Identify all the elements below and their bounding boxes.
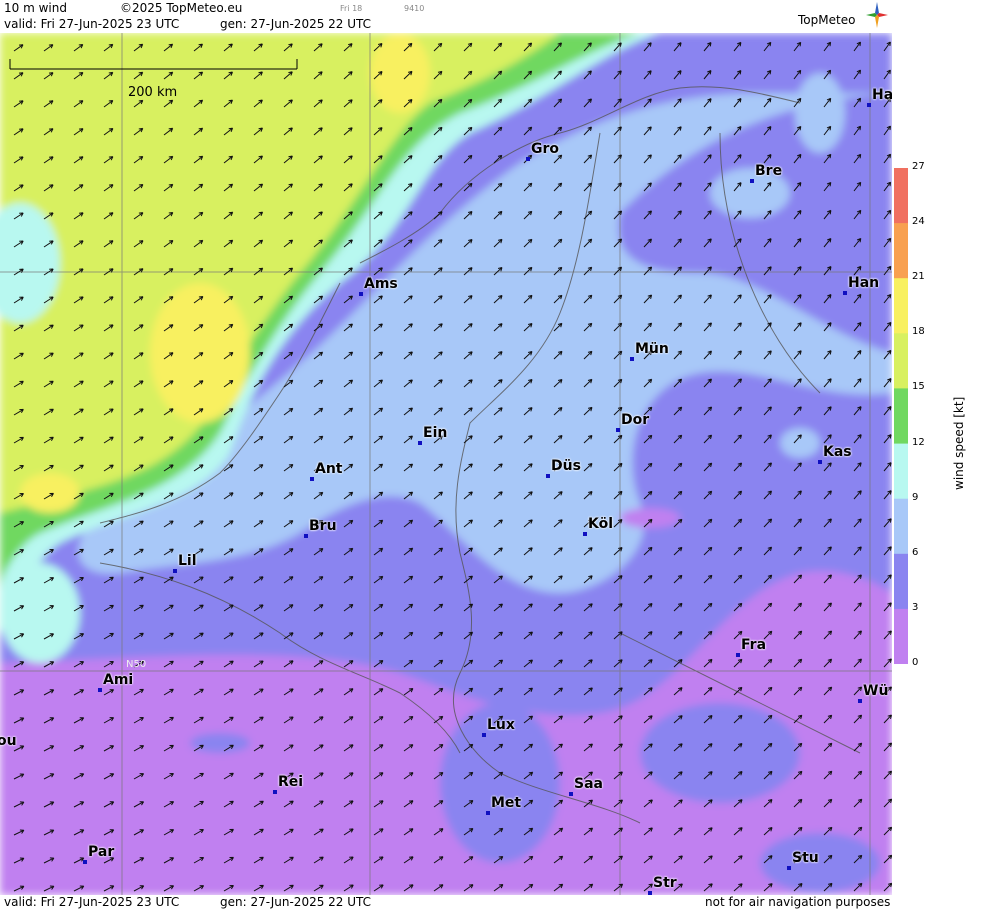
topmeteo-logo-text: TopMeteo [798,13,856,27]
colorbar-segment [894,278,908,334]
city-marker [843,291,847,295]
colorbar-tick-label: 3 [912,601,919,613]
city-label: Düs [551,458,581,474]
compass-logo-icon [866,2,888,28]
copyright-text: ©2025 TopMeteo.eu [120,1,243,15]
city-label: ou [0,733,17,749]
generated-time: gen: 27-Jun-2025 22 UTC [220,17,372,31]
map-footer: valid: Fri 27-Jun-2025 23 UTC gen: 27-Ju… [0,895,983,909]
city-marker [546,474,550,478]
city-label: Mün [635,341,669,357]
city-marker [818,460,822,464]
colorbar-segment [894,168,908,224]
city-label: Gro [531,141,560,157]
city-marker [83,860,87,864]
colorbar-title: wind speed [kt] [952,396,966,490]
city-label: Lil [178,553,197,569]
city-label: Saa [574,776,603,792]
city-marker [359,292,363,296]
colorbar-segment [894,608,908,664]
city-label: Kas [823,444,852,460]
footer-valid-time: valid: Fri 27-Jun-2025 23 UTC [4,895,180,909]
city-marker [569,792,573,796]
city-label: Rei [278,774,304,790]
wind-map[interactable]: 200 km N50 Ha Gro Bre Ams Han Mün Ein Dor Ant Düs… [0,33,892,895]
city-marker [482,733,486,737]
latitude-label: N50 [126,659,147,670]
city-marker [736,653,740,657]
colorbar-segment [894,223,908,279]
city-marker [310,477,314,481]
city-label: Par [88,844,115,860]
city-label: Met [491,795,522,811]
city-label: Dor [621,412,650,428]
footer-disclaimer: not for air navigation purposes [705,895,891,909]
colorbar-tick-label: 6 [912,546,919,558]
city-label: Stu [792,850,819,866]
valid-time: valid: Fri 27-Jun-2025 23 UTC [4,17,180,31]
city-label: Wü [863,683,889,699]
city-marker [867,103,871,107]
colorbar-tick-label: 9 [912,491,919,503]
city-marker [616,428,620,432]
city-marker [418,441,422,445]
city-label: Fra [741,637,767,653]
legend-panel: 27 24 21 18 15 12 9 6 3 0 wind speed [kt] [892,33,983,895]
colorbar-segment [894,333,908,389]
colorbar-segment [894,388,908,444]
colorbar-tick-label: 12 [912,436,925,448]
scale-bar-label: 200 km [128,85,178,100]
city-label: Ha [872,87,892,103]
product-title: 10 m wind [4,1,67,15]
colorbar-tick-label: 0 [912,657,919,668]
colorbar-tick-label: 21 [912,271,925,283]
colorbar-segment [894,498,908,555]
city-label: Bre [755,163,783,179]
city-label: Ein [423,425,448,441]
small-label-1: Fri 18 [340,4,363,13]
city-marker [173,569,177,573]
colorbar-segment [894,553,908,610]
city-label: Bru [309,518,337,534]
city-label: Str [653,875,677,891]
city-marker [787,866,791,870]
city-label: Ant [315,461,343,477]
colorbar [894,168,908,664]
colorbar-tick-label: 15 [912,381,925,393]
city-label: Ami [103,672,134,688]
city-marker [583,532,587,536]
city-marker [750,179,754,183]
city-marker [526,157,530,161]
colorbar-tick-label: 27 [912,161,925,172]
city-marker [273,790,277,794]
footer-generated-time: gen: 27-Jun-2025 22 UTC [220,895,372,909]
city-marker [98,688,102,692]
small-label-2: 9410 [404,4,425,13]
city-label: Lux [487,717,515,733]
city-marker [858,699,862,703]
city-label: Han [848,275,880,291]
colorbar-tick-label: 24 [912,216,925,228]
map-header: 10 m wind ©2025 TopMeteo.eu Fri 18 9410 … [0,0,983,33]
city-marker [304,534,308,538]
city-marker [486,811,490,815]
city-label: Köl [588,516,614,532]
colorbar-tick-label: 18 [912,326,925,338]
city-marker [630,357,634,361]
city-label: Ams [364,276,398,292]
colorbar-segment [894,443,908,500]
